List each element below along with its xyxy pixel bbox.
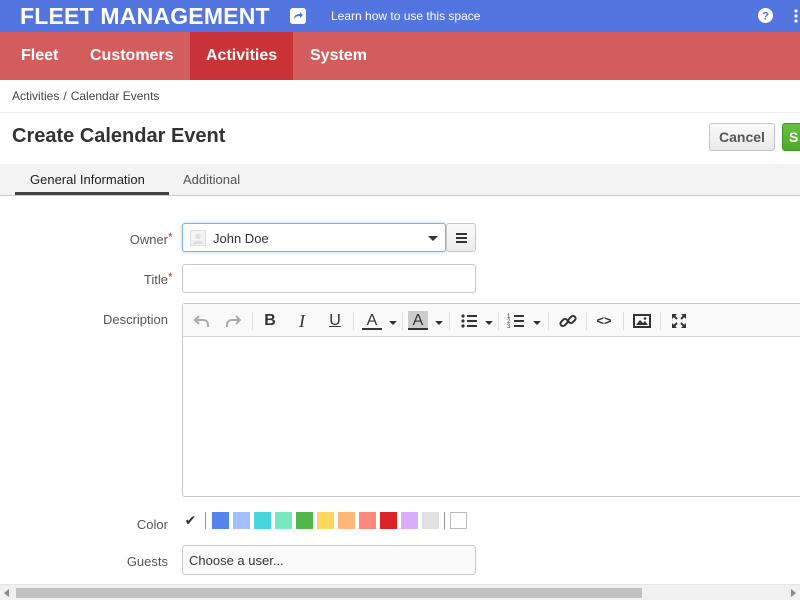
color-swatch[interactable] — [450, 512, 467, 529]
description-editor: B I U A A 1 2 3 <> — [182, 303, 800, 497]
bullet-list-icon[interactable] — [459, 311, 479, 331]
horizontal-scrollbar[interactable] — [0, 584, 800, 600]
toolbar-separator — [252, 312, 253, 330]
description-label: Description — [102, 312, 168, 327]
cancel-button[interactable]: Cancel — [709, 123, 775, 151]
italic-icon[interactable]: I — [292, 311, 312, 331]
avatar-icon — [190, 230, 206, 246]
svg-text:3: 3 — [507, 324, 511, 330]
swatch-separator — [444, 512, 445, 529]
guests-select[interactable]: Choose a user... — [182, 545, 476, 575]
numbered-list-icon[interactable]: 1 2 3 — [506, 311, 526, 331]
color-swatch[interactable] — [359, 512, 376, 529]
color-swatch[interactable] — [233, 512, 250, 529]
guests-placeholder: Choose a user... — [189, 553, 284, 568]
image-icon[interactable] — [632, 311, 652, 331]
owner-select[interactable]: John Doe — [182, 223, 446, 252]
toolbar-separator — [623, 312, 624, 330]
learn-link[interactable]: Learn how to use this space — [331, 9, 480, 23]
title-input[interactable] — [182, 264, 476, 293]
background-color-icon[interactable]: A — [408, 311, 428, 330]
link-icon[interactable] — [558, 311, 578, 331]
divider — [0, 112, 800, 113]
color-swatch[interactable] — [422, 512, 439, 529]
page-title: Create Calendar Event — [12, 125, 226, 147]
fullscreen-icon[interactable] — [669, 311, 689, 331]
chevron-down-icon[interactable] — [533, 321, 541, 325]
toolbar-separator — [548, 312, 549, 330]
main-nav: Fleet Customers Activities System — [0, 32, 800, 80]
toolbar-separator — [586, 312, 587, 330]
color-swatch[interactable] — [317, 512, 334, 529]
editor-toolbar: B I U A A 1 2 3 <> — [183, 304, 800, 337]
breadcrumb: Activities / Calendar Events — [12, 89, 159, 103]
required-mark: * — [168, 230, 173, 244]
chevron-down-icon[interactable] — [485, 321, 493, 325]
tab-additional[interactable]: Additional — [183, 164, 240, 195]
redo-icon[interactable] — [223, 311, 243, 331]
menu-icon — [456, 233, 467, 243]
required-mark: * — [168, 270, 173, 284]
undo-icon[interactable] — [192, 311, 212, 331]
color-swatch[interactable] — [338, 512, 355, 529]
text-color-icon[interactable]: A — [362, 311, 382, 330]
breadcrumb-separator: / — [63, 89, 67, 103]
svg-text:?: ? — [762, 11, 769, 23]
title-label: Title — [143, 272, 168, 287]
tab-general-information[interactable]: General Information — [30, 164, 145, 195]
owner-label: Owner — [129, 232, 168, 247]
color-swatch[interactable] — [401, 512, 418, 529]
toolbar-separator — [353, 312, 354, 330]
chevron-down-icon[interactable] — [389, 321, 397, 325]
active-tab-indicator — [15, 192, 169, 195]
chevron-down-icon[interactable] — [435, 321, 443, 325]
toolbar-separator — [449, 312, 450, 330]
owner-list-button[interactable] — [446, 223, 476, 252]
more-icon[interactable] — [792, 8, 800, 24]
underline-icon[interactable]: U — [325, 311, 345, 331]
scrollbar-thumb[interactable] — [16, 588, 642, 598]
color-swatch[interactable] — [254, 512, 271, 529]
nav-item-fleet[interactable]: Fleet — [0, 32, 74, 80]
toolbar-separator — [402, 312, 403, 330]
scroll-right-icon[interactable] — [791, 589, 796, 597]
color-swatch-none[interactable]: ✔ — [182, 512, 199, 529]
color-label: Color — [136, 517, 168, 532]
help-icon[interactable]: ? — [758, 8, 773, 23]
nav-item-activities[interactable]: Activities — [190, 32, 293, 80]
toolbar-separator — [660, 312, 661, 330]
code-icon[interactable]: <> — [594, 311, 614, 331]
app-title[interactable]: FLEET MANAGEMENT — [20, 3, 270, 30]
color-swatch[interactable] — [380, 512, 397, 529]
breadcrumb-activities[interactable]: Activities — [12, 89, 59, 103]
save-button[interactable]: S — [782, 123, 800, 151]
top-header: FLEET MANAGEMENT Learn how to use this s… — [0, 0, 800, 32]
nav-item-system[interactable]: System — [293, 32, 383, 80]
guests-label: Guests — [126, 554, 168, 569]
bold-icon[interactable]: B — [260, 311, 280, 331]
color-swatch[interactable] — [296, 512, 313, 529]
nav-item-customers[interactable]: Customers — [74, 32, 190, 80]
color-swatch[interactable] — [212, 512, 229, 529]
share-icon[interactable] — [290, 8, 306, 24]
toolbar-separator — [498, 312, 499, 330]
color-swatch[interactable] — [275, 512, 292, 529]
scroll-left-icon[interactable] — [4, 589, 9, 597]
owner-value: John Doe — [213, 231, 269, 246]
chevron-down-icon — [428, 236, 438, 241]
breadcrumb-calendar-events[interactable]: Calendar Events — [71, 89, 160, 103]
swatch-separator — [205, 512, 206, 529]
